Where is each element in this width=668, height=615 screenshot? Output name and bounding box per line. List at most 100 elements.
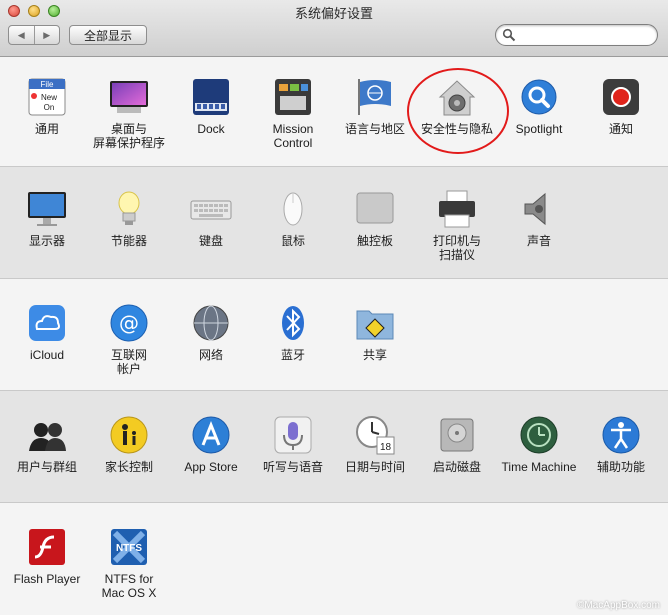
- forward-button[interactable]: ▶: [33, 26, 60, 44]
- section-hardware: 显示器 节能器 键盘 鼠标 触控板 打印机与 扫描仪 声音: [0, 167, 668, 279]
- pane-label: 日期与时间: [344, 460, 405, 474]
- security-privacy-icon: [438, 80, 476, 116]
- pane-label: 触控板: [356, 234, 393, 248]
- desktop-screensaver-icon: [110, 81, 148, 113]
- network-icon: [193, 305, 229, 341]
- general-icon-new: New: [41, 93, 57, 102]
- pane-label: 安全性与隐私: [420, 122, 493, 136]
- users-groups-icon: [29, 423, 66, 451]
- section-personal: File New On 通用 桌面与 屏幕保护程序 Dock Mission C…: [0, 57, 668, 167]
- icloud-icon: [29, 305, 65, 341]
- pane-label: 鼠标: [280, 234, 305, 248]
- system-preferences-window: 系统偏好设置 ◀ ▶ 全部显示 File New On 通用 桌面与 屏幕保护程…: [0, 0, 668, 615]
- search-field[interactable]: [495, 24, 658, 46]
- section-other: Flash Player NTFS NTFS for Mac OS X ©Mac…: [0, 503, 668, 615]
- back-button[interactable]: ◀: [9, 26, 34, 44]
- parental-controls-icon: [110, 416, 148, 454]
- pane-label: 蓝牙: [280, 348, 305, 362]
- pane-sharing[interactable]: 共享: [334, 301, 416, 362]
- pane-label: 键盘: [198, 234, 223, 248]
- keyboard-icon: [190, 200, 232, 220]
- pane-startup-disk[interactable]: 启动磁盘: [416, 413, 498, 474]
- pane-keyboard[interactable]: 键盘: [170, 187, 252, 248]
- pane-label: 互联网 帐户: [110, 348, 147, 376]
- flash-player-icon: [29, 529, 65, 565]
- pane-label: 辅助功能: [596, 460, 645, 474]
- pane-label: 桌面与 屏幕保护程序: [92, 122, 165, 150]
- pane-dock[interactable]: Dock: [170, 75, 252, 136]
- pane-label: Time Machine: [501, 460, 577, 474]
- pane-general[interactable]: File New On 通用: [6, 75, 88, 136]
- pane-label: 用户与群组: [16, 460, 77, 474]
- pane-desktop-screensaver[interactable]: 桌面与 屏幕保护程序: [88, 75, 170, 150]
- toolbar: 系统偏好设置 ◀ ▶ 全部显示: [0, 0, 668, 57]
- app-store-icon: [192, 416, 230, 454]
- pane-label: 打印机与 扫描仪: [432, 234, 481, 262]
- pane-language-region[interactable]: 语言与地区: [334, 75, 416, 136]
- trackpad-icon: [356, 192, 394, 224]
- pane-label: 网络: [198, 348, 223, 362]
- pane-label: Spotlight: [515, 122, 563, 136]
- search-icon: [502, 28, 516, 42]
- pane-time-machine[interactable]: Time Machine: [498, 413, 580, 474]
- pane-label: 语言与地区: [344, 122, 405, 136]
- window-title: 系统偏好设置: [294, 6, 373, 21]
- mission-control-icon: [275, 79, 311, 115]
- pane-date-time[interactable]: 18 日期与时间: [334, 413, 416, 474]
- pane-parental-controls[interactable]: 家长控制: [88, 413, 170, 474]
- pane-sound[interactable]: 声音: [498, 187, 580, 248]
- general-icon: File New On: [28, 78, 66, 116]
- pane-mission-control[interactable]: Mission Control: [252, 75, 334, 150]
- pane-trackpad[interactable]: 触控板: [334, 187, 416, 248]
- pane-label: Mission Control: [272, 122, 314, 150]
- pane-notifications[interactable]: 通知: [580, 75, 662, 136]
- pane-spotlight[interactable]: Spotlight: [498, 75, 580, 136]
- section-internet: iCloud @ 互联网 帐户 网络 蓝牙 共享: [0, 279, 668, 391]
- pane-app-store[interactable]: App Store: [170, 413, 252, 474]
- spotlight-icon: [521, 79, 557, 115]
- pane-label: 共享: [362, 348, 387, 362]
- pane-internet-accounts[interactable]: @ 互联网 帐户: [88, 301, 170, 376]
- internet-accounts-icon: @: [110, 304, 148, 342]
- pane-label: 显示器: [28, 234, 65, 248]
- pane-label: 声音: [526, 234, 551, 248]
- ntfs-icon-text: NTFS: [116, 543, 142, 554]
- search-input[interactable]: [518, 27, 654, 45]
- pane-energy-saver[interactable]: 节能器: [88, 187, 170, 248]
- pane-network[interactable]: 网络: [170, 301, 252, 362]
- pane-label: 家长控制: [104, 460, 153, 474]
- pane-flash-player[interactable]: Flash Player: [6, 525, 88, 586]
- pane-bluetooth[interactable]: 蓝牙: [252, 301, 334, 362]
- calendar-day-number: 18: [380, 442, 392, 453]
- time-machine-icon: [520, 416, 558, 454]
- pane-security-privacy[interactable]: 安全性与隐私: [416, 75, 498, 136]
- pane-dictation-speech[interactable]: 听写与语音: [252, 413, 334, 474]
- date-time-icon: 18: [356, 416, 395, 455]
- pane-icloud[interactable]: iCloud: [6, 301, 88, 362]
- pane-mouse[interactable]: 鼠标: [252, 187, 334, 248]
- dictation-speech-icon: [274, 416, 312, 454]
- pane-users-groups[interactable]: 用户与群组: [6, 413, 88, 474]
- accessibility-icon: [602, 416, 640, 454]
- energy-saver-icon: [118, 191, 140, 225]
- pane-displays[interactable]: 显示器: [6, 187, 88, 248]
- pane-label: 节能器: [110, 234, 147, 248]
- back-forward-control: ◀ ▶: [8, 25, 60, 45]
- general-icon-file: File: [41, 80, 54, 89]
- pane-accessibility[interactable]: 辅助功能: [580, 413, 662, 474]
- pane-label: 启动磁盘: [432, 460, 481, 474]
- pane-label: App Store: [184, 460, 238, 474]
- pane-ntfs[interactable]: NTFS NTFS for Mac OS X: [88, 525, 170, 600]
- pane-label: 听写与语音: [262, 460, 323, 474]
- language-region-icon: [358, 79, 391, 115]
- pane-label: Flash Player: [13, 572, 81, 586]
- pane-label: Dock: [197, 122, 225, 136]
- show-all-button[interactable]: 全部显示: [69, 25, 147, 45]
- section-system: 用户与群组 家长控制 App Store 听写与语音 18 日期与时间 启动磁盘…: [0, 391, 668, 503]
- pane-label: 通知: [608, 122, 633, 136]
- printers-scanners-icon: [439, 190, 475, 228]
- sharing-icon: [356, 310, 394, 340]
- pane-printers-scanners[interactable]: 打印机与 扫描仪: [416, 187, 498, 262]
- pane-label: iCloud: [29, 348, 65, 362]
- svg-text:@: @: [119, 311, 139, 335]
